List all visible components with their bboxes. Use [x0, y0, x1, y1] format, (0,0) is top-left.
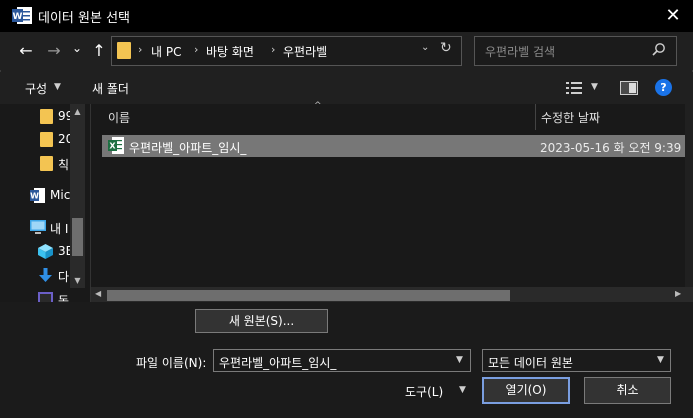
- column-header-name[interactable]: 이름: [108, 109, 130, 126]
- preview-pane-icon[interactable]: [620, 81, 638, 95]
- file-modified-date: 2023-05-16 화 오전 9:39: [540, 141, 682, 155]
- word-icon: W: [30, 188, 45, 203]
- window-title: 데이터 원본 선택: [38, 11, 130, 26]
- refresh-icon[interactable]: ↻: [440, 40, 452, 56]
- scroll-left-icon[interactable]: ◀: [95, 289, 101, 298]
- cancel-button[interactable]: 취소: [584, 377, 671, 404]
- chevron-down-icon[interactable]: ⌄: [421, 42, 429, 53]
- new-source-button[interactable]: 새 원본(S)...: [195, 309, 328, 333]
- 3d-objects-icon: [38, 244, 53, 259]
- nav-item-videos[interactable]: 동: [0, 288, 70, 302]
- word-icon: W: [12, 7, 32, 24]
- nav-item-folder[interactable]: 칙: [0, 152, 70, 176]
- view-options-icon[interactable]: [566, 82, 582, 94]
- help-icon[interactable]: ?: [655, 79, 672, 96]
- nav-item-label: 내 I: [50, 222, 69, 236]
- nav-item-3d-objects[interactable]: 3E: [0, 240, 70, 264]
- up-button[interactable]: ↑: [88, 40, 110, 62]
- excel-icon: X: [108, 137, 124, 154]
- column-header-modified[interactable]: 수정한 날짜: [541, 109, 600, 126]
- column-separator[interactable]: [535, 104, 536, 130]
- chevron-down-icon[interactable]: ▼: [456, 355, 463, 365]
- chevron-down-icon[interactable]: ▼: [591, 82, 598, 92]
- filename-value: 우편라벨_아파트_임시_: [219, 356, 337, 370]
- file-type-value: 모든 데이터 원본: [488, 356, 573, 370]
- open-button[interactable]: 열기(O): [482, 377, 570, 404]
- breadcrumb-current-folder[interactable]: 우편라벨: [283, 43, 327, 60]
- scroll-right-icon[interactable]: ▶: [675, 289, 681, 298]
- nav-item-folder[interactable]: 99: [0, 105, 70, 129]
- nav-item-folder[interactable]: 20: [0, 128, 70, 152]
- scrollbar-thumb[interactable]: [72, 218, 83, 256]
- download-icon: [39, 268, 52, 282]
- breadcrumb-separator: ›: [271, 43, 276, 56]
- forward-button[interactable]: →: [43, 40, 65, 62]
- nav-item-label: 99: [58, 109, 70, 123]
- nav-item-label: Mic: [50, 188, 70, 202]
- chevron-down-icon: ▼: [54, 82, 61, 92]
- scroll-up-icon[interactable]: ▲: [72, 107, 83, 116]
- sort-ascending-icon: ^: [314, 101, 322, 111]
- svg-text:X: X: [109, 142, 116, 151]
- svg-text:W: W: [30, 192, 39, 201]
- video-icon: [38, 292, 53, 302]
- folder-icon: [40, 156, 53, 171]
- search-icon[interactable]: [652, 42, 666, 56]
- pc-icon: [30, 220, 46, 234]
- nav-item-label: 동: [58, 294, 70, 302]
- nav-item-downloads[interactable]: 다: [0, 264, 70, 288]
- new-folder-button[interactable]: 새 폴더: [92, 80, 129, 97]
- navigation-pane-scrollbar[interactable]: [70, 104, 85, 288]
- back-button[interactable]: ←: [15, 40, 37, 62]
- folder-icon: [40, 109, 53, 124]
- folder-icon: [40, 132, 53, 147]
- chevron-down-icon[interactable]: ▼: [459, 385, 466, 395]
- file-list: [91, 104, 693, 302]
- nav-item-label: 칙: [58, 158, 70, 172]
- file-name: 우편라벨_아파트_임시_: [129, 141, 247, 155]
- organize-button[interactable]: 구성: [25, 80, 47, 97]
- file-list-edge: [685, 104, 693, 302]
- scroll-down-icon[interactable]: ▼: [72, 276, 83, 285]
- nav-item-label: 20: [58, 132, 70, 146]
- recent-locations-button[interactable]: ⌄: [66, 37, 88, 59]
- chevron-down-icon[interactable]: ▼: [657, 355, 664, 365]
- filename-label: 파일 이름(N):: [136, 356, 207, 370]
- breadcrumb-this-pc[interactable]: 내 PC: [151, 43, 181, 60]
- breadcrumb-separator: ›: [194, 43, 199, 56]
- breadcrumb-desktop[interactable]: 바탕 화면: [206, 43, 254, 60]
- svg-text:W: W: [13, 12, 23, 22]
- nav-item-this-pc[interactable]: 내 I: [0, 216, 70, 240]
- close-icon[interactable]: ✕: [658, 3, 688, 29]
- tools-menu-button[interactable]: 도구(L): [405, 383, 443, 400]
- nav-item-word[interactable]: W Mic: [0, 184, 70, 208]
- search-placeholder: 우편라벨 검색: [485, 45, 556, 59]
- breadcrumb-separator: ›: [138, 43, 143, 56]
- scrollbar-thumb[interactable]: [107, 290, 510, 301]
- nav-item-label: 다: [58, 270, 70, 284]
- nav-item-label: 3E: [58, 244, 70, 258]
- folder-icon: [117, 42, 131, 59]
